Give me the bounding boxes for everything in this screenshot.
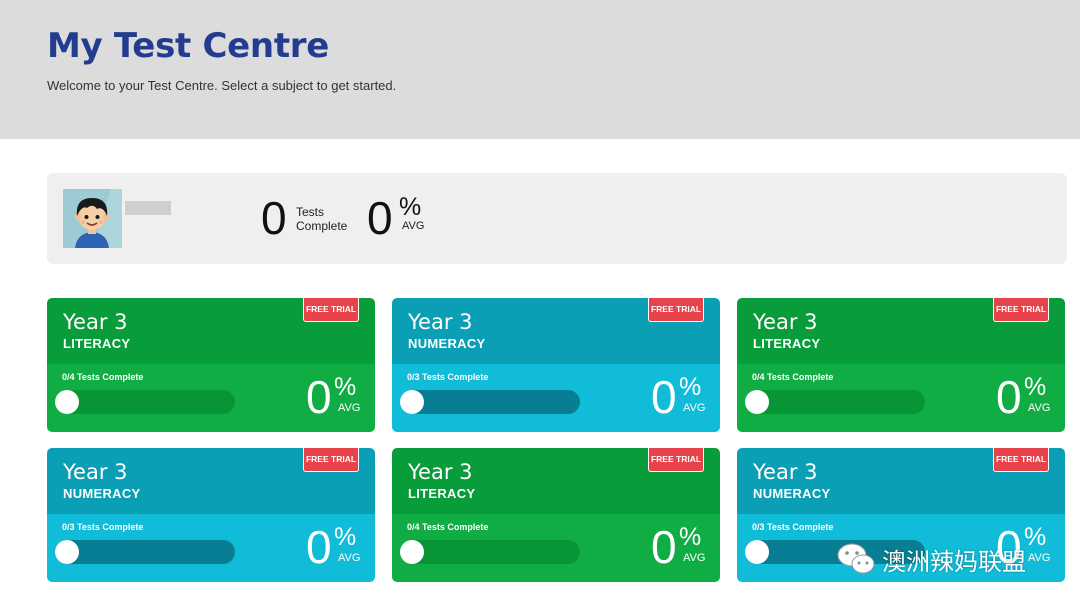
progress-knob xyxy=(400,390,424,414)
card-percent-sign: % xyxy=(679,523,702,551)
card-percent-sign: % xyxy=(1024,373,1047,401)
card-subject: NUMERACY xyxy=(753,486,831,501)
watermark: 澳洲辣妈联盟 xyxy=(836,539,1026,579)
card-average-label: AVG xyxy=(683,402,706,414)
user-name-redacted xyxy=(125,201,171,215)
subject-card-literacy[interactable]: Year 3 LITERACY FREE TRIAL 0/4 Tests Com… xyxy=(47,298,375,432)
page-header: My Test Centre Welcome to your Test Cent… xyxy=(0,0,1080,139)
card-year: Year 3 xyxy=(63,310,128,334)
subject-card-numeracy[interactable]: Year 3 NUMERACY FREE TRIAL 0/3 Tests Com… xyxy=(47,448,375,582)
progress-knob xyxy=(400,540,424,564)
card-year: Year 3 xyxy=(753,460,818,484)
tests-complete-value: 0 xyxy=(261,192,287,244)
tests-label-line2: Complete xyxy=(296,218,348,233)
boy-avatar-icon xyxy=(63,189,122,248)
tests-complete-text: 0/3 Tests Complete xyxy=(62,522,144,532)
card-percent-sign: % xyxy=(334,523,357,551)
card-subject: LITERACY xyxy=(63,336,131,351)
card-average-value: 0 xyxy=(651,371,677,423)
subject-card-literacy[interactable]: Year 3 LITERACY FREE TRIAL 0/4 Tests Com… xyxy=(737,298,1065,432)
average-percent-sign: % xyxy=(399,193,422,221)
avatar[interactable] xyxy=(63,189,122,248)
card-subject: NUMERACY xyxy=(408,336,486,351)
free-trial-badge: FREE TRIAL xyxy=(303,448,359,472)
average-label: AVG xyxy=(402,220,425,232)
card-average-label: AVG xyxy=(338,402,361,414)
card-average-label: AVG xyxy=(1028,402,1051,414)
progress-knob xyxy=(745,390,769,414)
card-average-value: 0 xyxy=(996,371,1022,423)
card-header: Year 3 NUMERACY FREE TRIAL xyxy=(737,448,1065,514)
card-header: Year 3 LITERACY FREE TRIAL xyxy=(47,298,375,364)
card-average-label: AVG xyxy=(338,552,361,564)
page-title: My Test Centre xyxy=(47,26,329,66)
wechat-icon xyxy=(837,543,875,574)
card-header: Year 3 NUMERACY FREE TRIAL xyxy=(392,298,720,364)
card-subject: NUMERACY xyxy=(63,486,141,501)
progress-track xyxy=(55,390,235,414)
card-average-value: 0 xyxy=(306,371,332,423)
free-trial-badge: FREE TRIAL xyxy=(993,448,1049,472)
free-trial-badge: FREE TRIAL xyxy=(303,298,359,322)
card-average-value: 0 xyxy=(651,521,677,573)
average-value: 0 xyxy=(367,192,393,244)
card-average-label: AVG xyxy=(683,552,706,564)
card-average-label: AVG xyxy=(1028,552,1051,564)
progress-track xyxy=(745,390,925,414)
card-progress-area: 0/3 Tests Complete 0 % AVG xyxy=(47,514,375,582)
card-subject: LITERACY xyxy=(408,486,476,501)
card-year: Year 3 xyxy=(63,460,128,484)
progress-track xyxy=(400,540,580,564)
card-progress-area: 0/4 Tests Complete 0 % AVG xyxy=(737,364,1065,432)
progress-knob xyxy=(55,540,79,564)
card-year: Year 3 xyxy=(753,310,818,334)
tests-complete-text: 0/4 Tests Complete xyxy=(62,372,144,382)
progress-track xyxy=(55,540,235,564)
card-percent-sign: % xyxy=(1024,523,1047,551)
card-percent-sign: % xyxy=(679,373,702,401)
free-trial-badge: FREE TRIAL xyxy=(648,448,704,472)
card-year: Year 3 xyxy=(408,310,473,334)
profile-summary: 0 Tests Complete 0 % AVG xyxy=(47,173,1067,264)
card-progress-area: 0/3 Tests Complete 0 % AVG xyxy=(392,364,720,432)
card-header: Year 3 NUMERACY FREE TRIAL xyxy=(47,448,375,514)
progress-knob xyxy=(745,540,769,564)
card-subject: LITERACY xyxy=(753,336,821,351)
tests-complete-label: Tests Complete xyxy=(296,205,348,234)
card-header: Year 3 LITERACY FREE TRIAL xyxy=(392,448,720,514)
tests-complete-text: 0/3 Tests Complete xyxy=(407,372,489,382)
free-trial-badge: FREE TRIAL xyxy=(993,298,1049,322)
card-header: Year 3 LITERACY FREE TRIAL xyxy=(737,298,1065,364)
subject-card-literacy[interactable]: Year 3 LITERACY FREE TRIAL 0/4 Tests Com… xyxy=(392,448,720,582)
page-subtitle: Welcome to your Test Centre. Select a su… xyxy=(47,78,397,93)
tests-label-line1: Tests xyxy=(296,205,325,219)
card-average-value: 0 xyxy=(306,521,332,573)
tests-complete-text: 0/3 Tests Complete xyxy=(752,522,834,532)
card-percent-sign: % xyxy=(334,373,357,401)
subject-card-numeracy[interactable]: Year 3 NUMERACY FREE TRIAL 0/3 Tests Com… xyxy=(392,298,720,432)
card-progress-area: 0/4 Tests Complete 0 % AVG xyxy=(47,364,375,432)
watermark-text: 澳洲辣妈联盟 xyxy=(882,547,1026,576)
tests-complete-text: 0/4 Tests Complete xyxy=(752,372,834,382)
progress-knob xyxy=(55,390,79,414)
progress-track xyxy=(400,390,580,414)
tests-complete-text: 0/4 Tests Complete xyxy=(407,522,489,532)
card-progress-area: 0/4 Tests Complete 0 % AVG xyxy=(392,514,720,582)
free-trial-badge: FREE TRIAL xyxy=(648,298,704,322)
card-year: Year 3 xyxy=(408,460,473,484)
